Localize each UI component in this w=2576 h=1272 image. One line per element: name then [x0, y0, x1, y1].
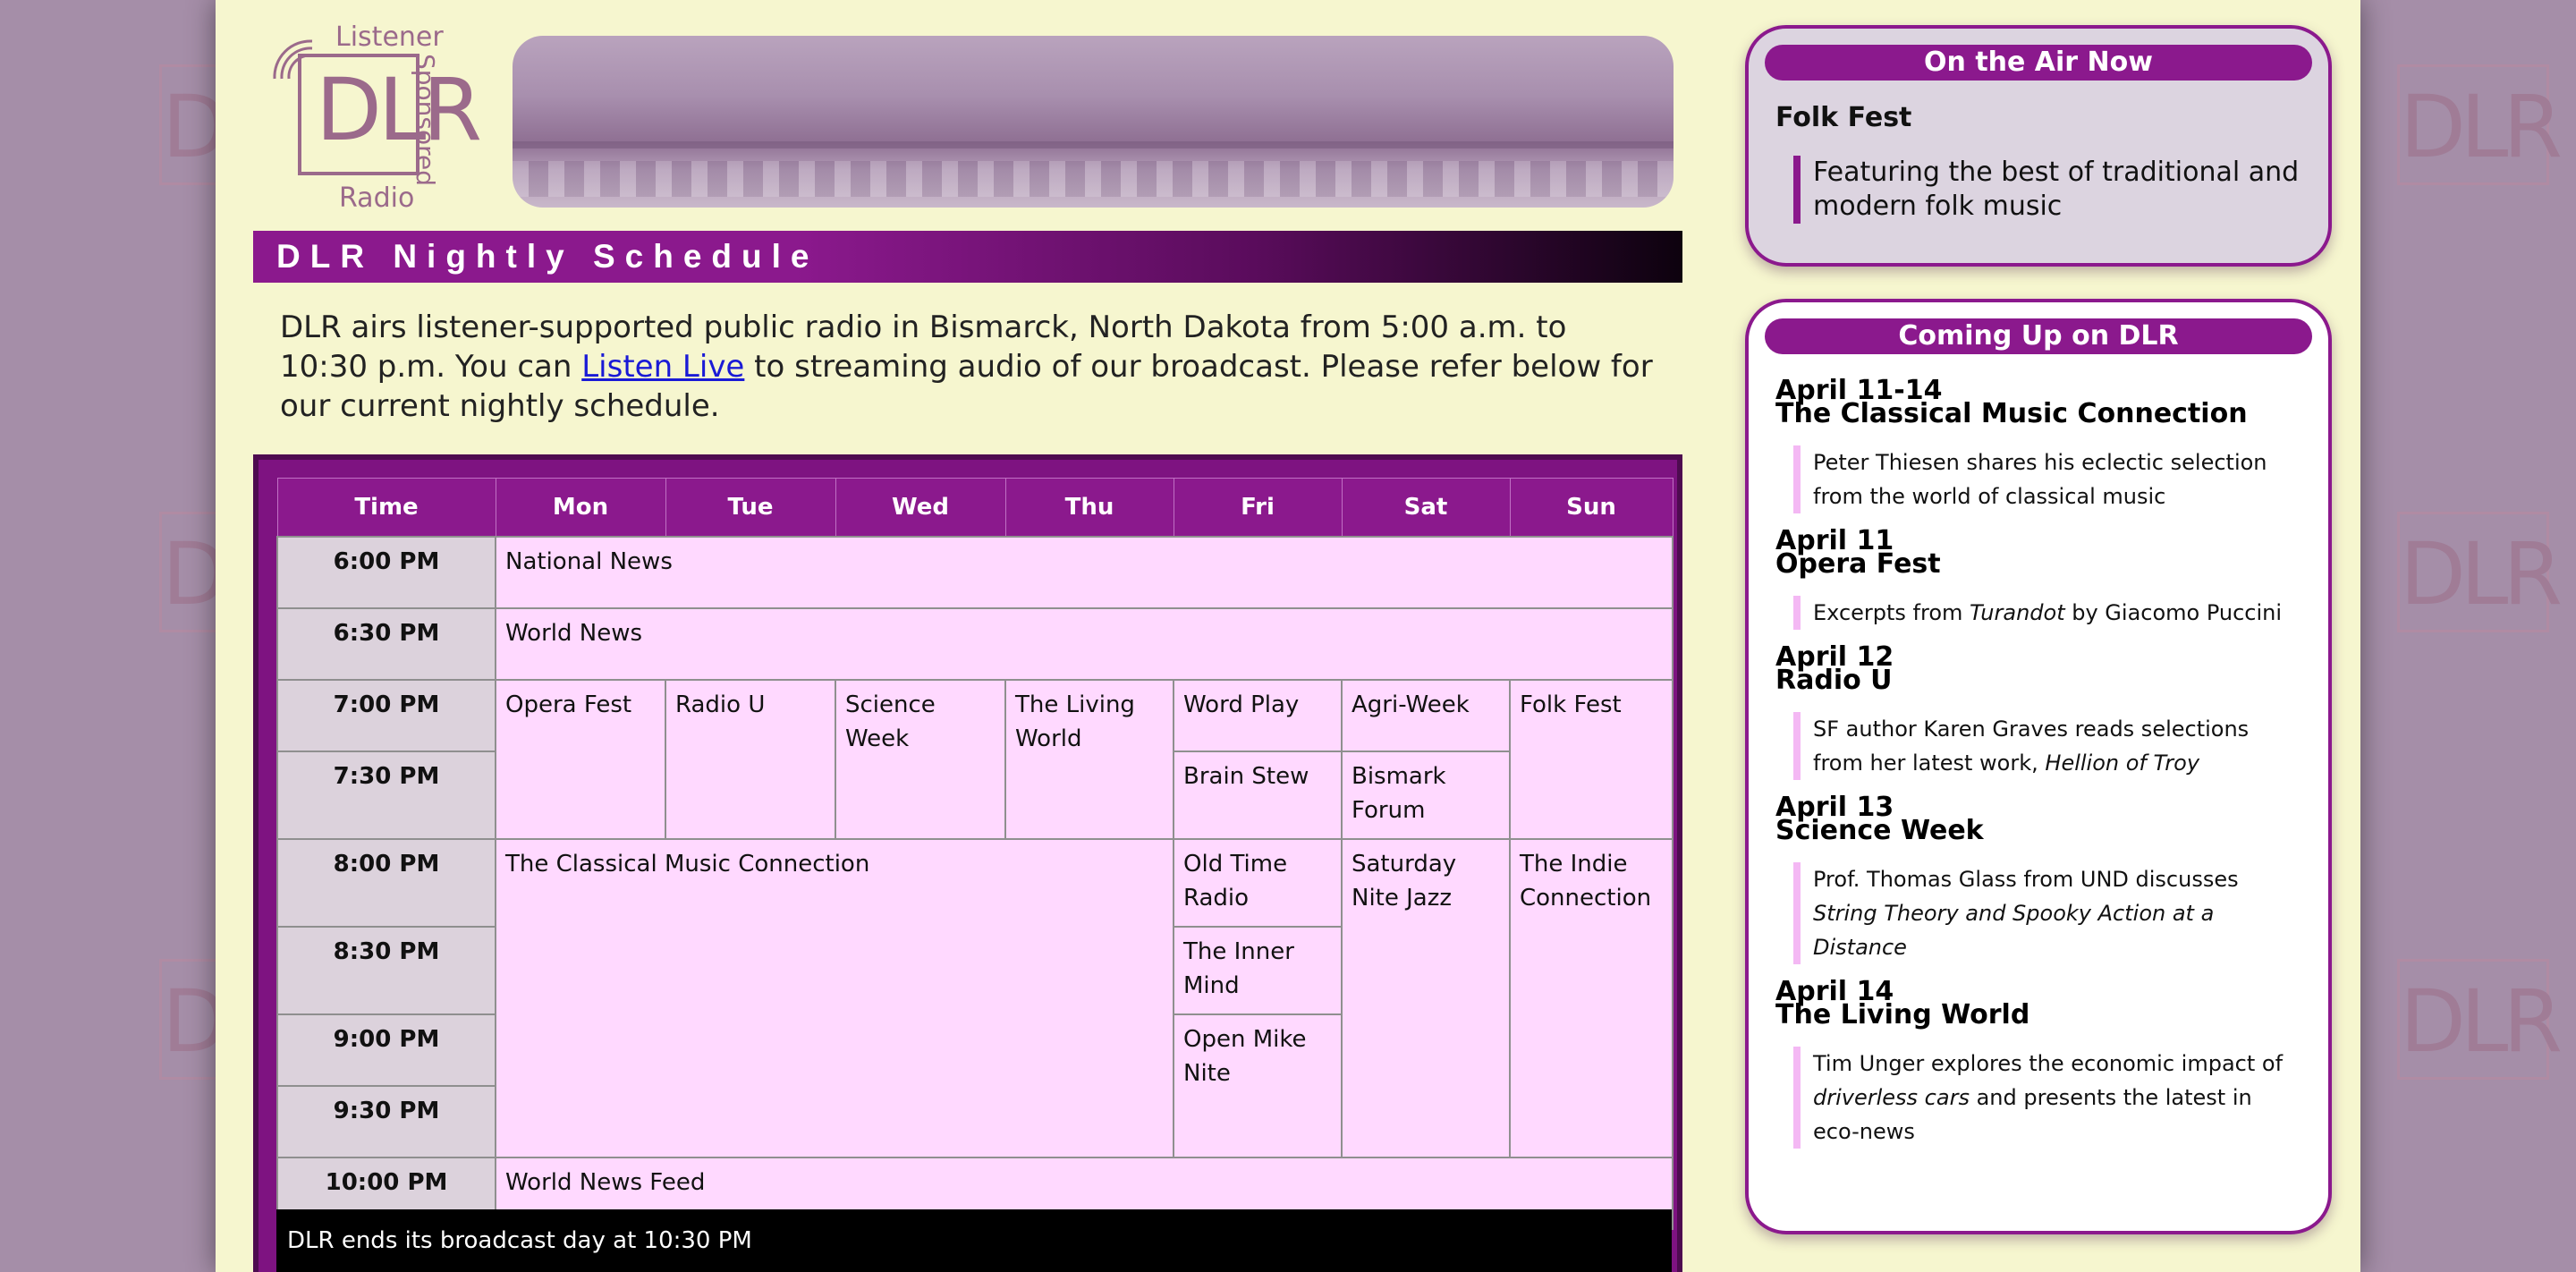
on-air-show-title: Folk Fest [1775, 102, 1912, 133]
program-cell[interactable]: Opera Fest [495, 679, 666, 840]
program-cell[interactable]: The Inner Mind [1173, 926, 1343, 1015]
list-item: April 11-14 The Classical Music Connecti… [1775, 377, 2301, 513]
desc-text: Tim Unger explores the economic impact o… [1813, 1051, 2284, 1076]
upcoming-description: Excerpts from Turandot by Giacomo Puccin… [1793, 596, 2301, 630]
dlr-logo[interactable]: Listener Sponsored DLR Radio [262, 21, 482, 214]
time-cell: 8:00 PM [276, 838, 496, 928]
logo-listener-text: Listener [335, 21, 444, 53]
table-row: 6:00 PM National News [276, 536, 1674, 609]
intro-text: DLR airs listener-supported public radio… [280, 308, 1657, 426]
schedule-table: Time Mon Tue Wed Thu Fri Sat Sun 6:00 PM… [276, 478, 1674, 1230]
upcoming-description: SF author Karen Graves reads selections … [1793, 712, 2301, 780]
list-item: April 12 Radio U SF author Karen Graves … [1775, 644, 2301, 780]
upcoming-title: Opera Fest [1775, 548, 1941, 580]
header-thu: Thu [1004, 478, 1174, 538]
time-cell: 6:30 PM [276, 607, 496, 681]
program-cell[interactable]: The Indie Connection [1509, 838, 1674, 1158]
logo-dlr-text: DLR [316, 60, 482, 160]
page-title: DLR Nightly Schedule [253, 231, 1682, 283]
program-cell[interactable]: Science Week [835, 679, 1006, 840]
upcoming-title: The Classical Music Connection [1775, 398, 2248, 429]
list-item: April 14 The Living World Tim Unger expl… [1775, 979, 2301, 1149]
desc-emphasis: Turandot [1970, 600, 2065, 625]
program-cell[interactable]: Folk Fest [1509, 679, 1674, 840]
schedule-footer: DLR ends its broadcast day at 10:30 PM [276, 1209, 1672, 1272]
upcoming-title: Radio U [1775, 665, 1893, 696]
upcoming-title: The Living World [1775, 999, 2030, 1030]
banner-water [513, 161, 1674, 197]
on-air-heading: On the Air Now [1765, 45, 2312, 81]
header-fri: Fri [1173, 478, 1343, 538]
program-cell[interactable]: Agri-Week [1341, 679, 1511, 752]
program-cell[interactable]: The Classical Music Connection [495, 838, 1174, 1158]
upcoming-title: Science Week [1775, 815, 1984, 846]
listen-live-link[interactable]: Listen Live [581, 349, 744, 385]
table-row: 6:30 PM World News [276, 607, 1674, 681]
program-cell[interactable]: World News [495, 607, 1674, 681]
background-logo: DLR [2397, 959, 2563, 1080]
desc-emphasis: String Theory and Spooky Action at a Dis… [1813, 901, 2215, 960]
time-cell: 6:00 PM [276, 536, 496, 609]
header-tue: Tue [665, 478, 836, 538]
on-air-description: Featuring the best of traditional and mo… [1793, 156, 2301, 224]
program-cell[interactable]: Word Play [1173, 679, 1343, 752]
table-row: 7:00 PM Opera Fest Radio U Science Week … [276, 679, 1674, 840]
program-cell[interactable]: Brain Stew [1173, 750, 1343, 840]
header-wed: Wed [835, 478, 1006, 538]
header-sun: Sun [1509, 478, 1674, 538]
program-cell[interactable]: Bismark Forum [1341, 750, 1511, 840]
desc-emphasis: driverless cars [1813, 1085, 1970, 1110]
page-container: Listener Sponsored DLR Radio DLR Nightly… [216, 0, 2360, 1272]
upcoming-list: April 11-14 The Classical Music Connecti… [1775, 377, 2301, 1165]
desc-text: by Giacomo Puccini [2064, 600, 2283, 625]
list-item: April 13 Science Week Prof. Thomas Glass… [1775, 794, 2301, 964]
background-logo: DLR [2397, 512, 2563, 632]
time-cell: 8:30 PM [276, 926, 496, 1015]
schedule-header-row: Time Mon Tue Wed Thu Fri Sat Sun [276, 478, 1674, 538]
desc-text: Excerpts from [1813, 600, 1970, 625]
on-air-now-panel: On the Air Now Folk Fest Featuring the b… [1745, 25, 2332, 267]
program-cell[interactable]: National News [495, 536, 1674, 609]
program-cell[interactable]: Open Mike Nite [1173, 1013, 1343, 1158]
logo-radio-text: Radio [339, 182, 415, 214]
header-time: Time [276, 478, 496, 538]
coming-up-panel: Coming Up on DLR April 11-14 The Classic… [1745, 299, 2332, 1234]
desc-text: Prof. Thomas Glass from UND discusses [1813, 867, 2239, 892]
time-cell: 9:00 PM [276, 1013, 496, 1087]
background-logo: DLR [2397, 64, 2563, 185]
coming-up-heading: Coming Up on DLR [1765, 318, 2312, 354]
upcoming-description: Tim Unger explores the economic impact o… [1793, 1047, 2301, 1149]
time-cell: 7:00 PM [276, 679, 496, 752]
program-cell[interactable]: The Living World [1004, 679, 1174, 840]
program-cell[interactable]: Radio U [665, 679, 836, 840]
header-banner-image [513, 36, 1674, 208]
header-sat: Sat [1341, 478, 1511, 538]
upcoming-description: Prof. Thomas Glass from UND discusses St… [1793, 862, 2301, 964]
banner-horizon [513, 141, 1674, 148]
time-cell: 7:30 PM [276, 750, 496, 840]
upcoming-description: Peter Thiesen shares his eclectic select… [1793, 445, 2301, 513]
list-item: April 11 Opera Fest Excerpts from Turand… [1775, 528, 2301, 630]
desc-emphasis: Hellion of Troy [2045, 750, 2200, 776]
program-cell[interactable]: Old Time Radio [1173, 838, 1343, 928]
time-cell: 9:30 PM [276, 1085, 496, 1158]
header-mon: Mon [495, 478, 666, 538]
table-row: 8:00 PM The Classical Music Connection O… [276, 838, 1674, 1158]
program-cell[interactable]: Saturday Nite Jazz [1341, 838, 1511, 1158]
schedule-table-container: Time Mon Tue Wed Thu Fri Sat Sun 6:00 PM… [253, 454, 1682, 1272]
